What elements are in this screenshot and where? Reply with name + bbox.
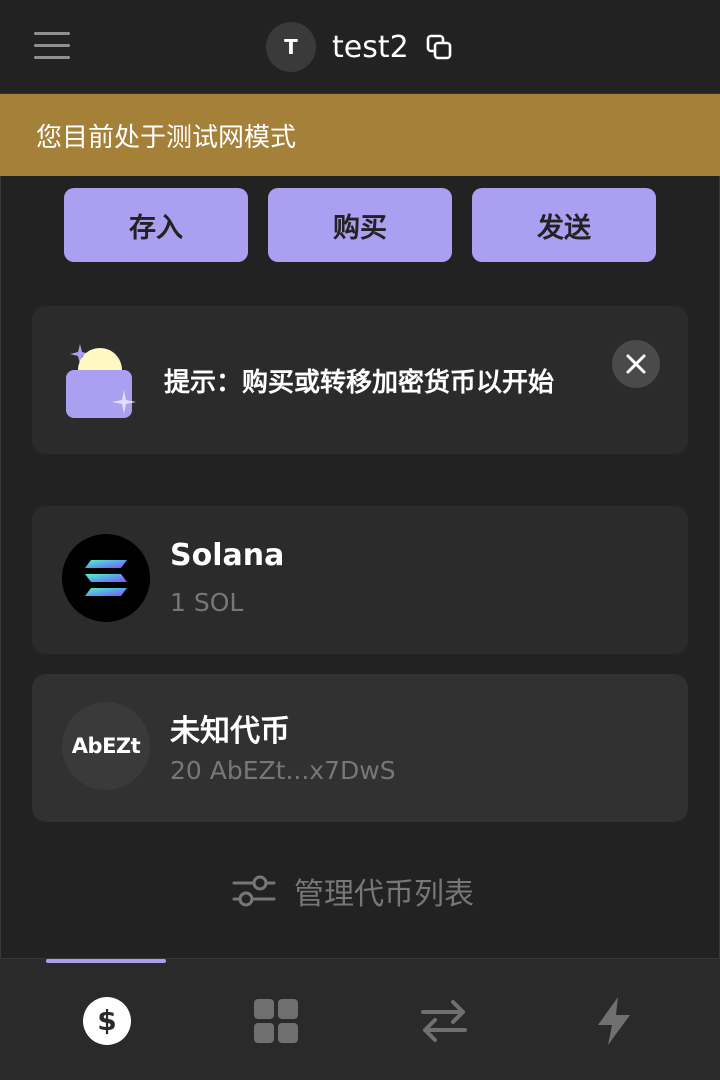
copy-icon[interactable]: [425, 33, 453, 61]
tab-activity[interactable]: [588, 995, 640, 1047]
wallet-moon-icon: [66, 344, 136, 418]
token-row-unknown[interactable]: AbEZt 未知代币 20 AbEZt...x7DwS: [32, 674, 688, 822]
lightning-icon: [598, 997, 630, 1045]
svg-text:$: $: [97, 1004, 116, 1037]
dollar-circle-icon: $: [83, 997, 131, 1045]
sliders-icon: [232, 875, 276, 907]
tab-tokens[interactable]: $: [81, 995, 133, 1047]
tab-collectibles[interactable]: [250, 995, 302, 1047]
active-tab-indicator: [46, 959, 166, 963]
token-balance: 1 SOL: [170, 588, 244, 617]
tab-swap[interactable]: [418, 995, 470, 1047]
token-name: Solana: [170, 538, 285, 573]
send-button[interactable]: 发送: [472, 188, 656, 262]
solana-logo-icon: [62, 534, 150, 622]
account-selector[interactable]: T test2: [266, 22, 453, 72]
testnet-banner: 您目前处于测试网模式: [0, 94, 720, 176]
manage-token-list-button[interactable]: 管理代币列表: [232, 866, 474, 916]
avatar: T: [266, 22, 316, 72]
action-buttons: 存入 购买 发送: [64, 188, 656, 262]
header: T test2: [0, 0, 720, 94]
menu-icon[interactable]: [30, 28, 72, 64]
manage-token-list-label: 管理代币列表: [294, 877, 474, 912]
testnet-banner-text: 您目前处于测试网模式: [36, 122, 297, 153]
buy-button[interactable]: 购买: [268, 188, 452, 262]
account-name: test2: [332, 29, 409, 65]
token-logo-placeholder: AbEZt: [62, 702, 150, 790]
bottom-nav: $: [0, 958, 720, 1080]
token-row-solana[interactable]: Solana 1 SOL: [32, 506, 688, 654]
swap-arrows-icon: [421, 1000, 467, 1042]
grid-icon: [254, 999, 298, 1043]
close-icon: [626, 354, 646, 374]
tip-card: 提示：购买或转移加密货币以开始: [32, 306, 688, 454]
tip-text: 提示：购买或转移加密货币以开始: [164, 368, 555, 398]
close-tip-button[interactable]: [612, 340, 660, 388]
deposit-button[interactable]: 存入: [64, 188, 248, 262]
token-balance: 20 AbEZt...x7DwS: [170, 756, 396, 785]
token-name: 未知代币: [170, 714, 290, 749]
